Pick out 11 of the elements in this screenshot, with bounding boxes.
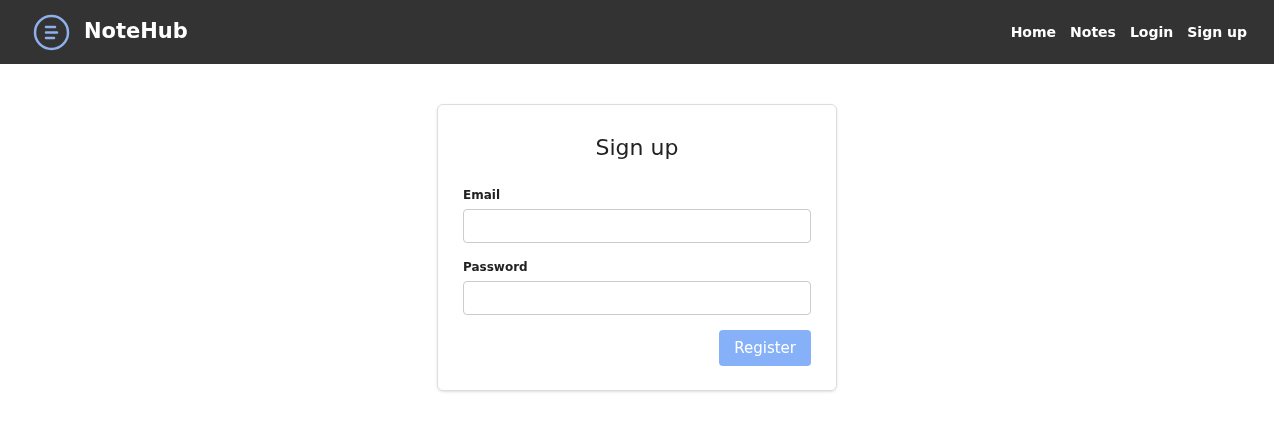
nav-link[interactable]: Login — [1129, 21, 1174, 43]
field-label: Email — [463, 187, 502, 204]
nav-link[interactable]: Notes — [1070, 21, 1116, 43]
nav-link[interactable]: Sign up — [1187, 21, 1247, 43]
menu-lines-icon — [33, 13, 70, 51]
input-field[interactable] — [463, 209, 811, 243]
nav-link[interactable]: Home — [1010, 21, 1057, 43]
field-label: Password — [463, 259, 529, 276]
form-title: Sign up — [594, 134, 680, 162]
brand-link[interactable]: NoteHub — [84, 16, 188, 48]
input-field[interactable] — [463, 281, 811, 315]
